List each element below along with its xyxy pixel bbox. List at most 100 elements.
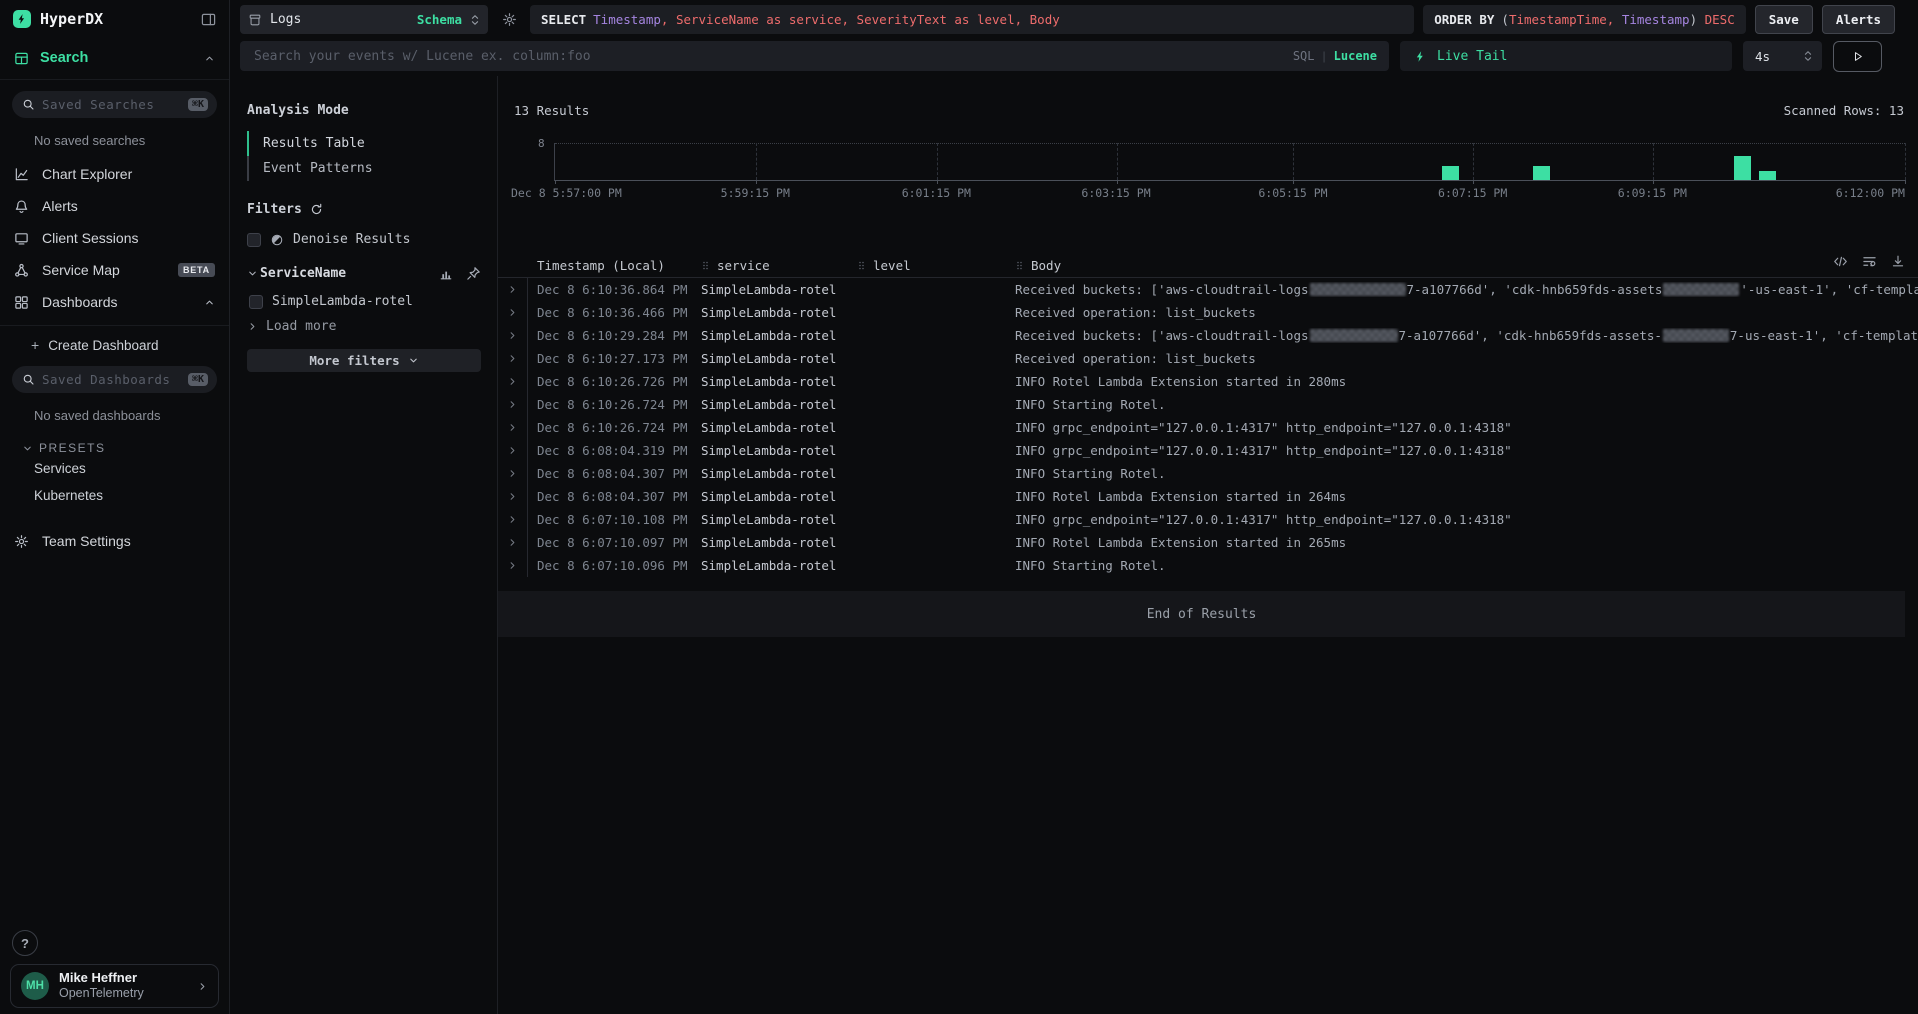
- refresh-interval-selector[interactable]: 4s: [1743, 41, 1822, 71]
- query-settings-gear-icon[interactable]: [497, 8, 521, 32]
- sidebar-item-service-map[interactable]: Service MapBETA: [0, 254, 229, 286]
- collapse-sidebar-icon[interactable]: [201, 12, 216, 27]
- analysis-mode-event-patterns[interactable]: Event Patterns: [247, 156, 481, 181]
- row-body: Received buckets: ['aws-cloudtrail-logs7…: [1015, 328, 1918, 343]
- row-expand-chevron-icon[interactable]: [498, 491, 527, 502]
- row-body: INFO Rotel Lambda Extension started in 2…: [1015, 489, 1918, 504]
- column-header-timestamp-local-[interactable]: Timestamp (Local): [537, 258, 701, 273]
- sidebar-item-team-settings[interactable]: Team Settings: [0, 525, 229, 557]
- row-expand-chevron-icon[interactable]: [498, 514, 527, 525]
- lucene-toggle[interactable]: Lucene: [1334, 49, 1377, 63]
- help-button[interactable]: ?: [12, 930, 38, 956]
- column-header-level[interactable]: level: [857, 258, 1015, 273]
- run-query-button[interactable]: [1833, 41, 1882, 72]
- facet-value-checkbox[interactable]: SimpleLambda-rotel: [249, 294, 481, 309]
- chart-gridline: [1653, 143, 1654, 180]
- histogram-bar[interactable]: [1442, 166, 1459, 180]
- language-divider: |: [1323, 49, 1326, 63]
- sidebar-item-alerts[interactable]: Alerts: [0, 190, 229, 222]
- row-expand-chevron-icon[interactable]: [498, 330, 527, 341]
- row-expand-chevron-icon[interactable]: [498, 468, 527, 479]
- row-expand-chevron-icon[interactable]: [498, 376, 527, 387]
- table-row[interactable]: Dec 8 6:07:10.108 PMSimpleLambda-rotelIN…: [498, 508, 1918, 531]
- table-row[interactable]: Dec 8 6:08:04.307 PMSimpleLambda-rotelIN…: [498, 462, 1918, 485]
- wrap-lines-icon[interactable]: [1862, 254, 1877, 268]
- saved-searches-placeholder: Saved Searches: [42, 97, 181, 112]
- histogram-bar[interactable]: [1533, 166, 1550, 180]
- refresh-icon[interactable]: [310, 203, 323, 216]
- preset-item-kubernetes[interactable]: Kubernetes: [0, 482, 229, 509]
- row-expand-chevron-icon[interactable]: [498, 537, 527, 548]
- pin-icon[interactable]: [466, 266, 481, 281]
- gear-icon: [502, 12, 517, 27]
- table-row[interactable]: Dec 8 6:10:27.173 PMSimpleLambda-rotelRe…: [498, 347, 1918, 370]
- order-by-input[interactable]: ORDER BY (TimestampTime, Timestamp) DESC: [1423, 5, 1746, 34]
- row-timestamp: Dec 8 6:10:29.284 PM: [527, 324, 701, 347]
- chart-top-gridline: [555, 143, 1905, 144]
- row-expand-chevron-icon[interactable]: [498, 353, 527, 364]
- table-row[interactable]: Dec 8 6:07:10.097 PMSimpleLambda-rotelIN…: [498, 531, 1918, 554]
- create-dashboard-button[interactable]: + Create Dashboard: [0, 326, 229, 355]
- select-query-input[interactable]: SELECT Timestamp, ServiceName as service…: [530, 5, 1414, 34]
- load-more-button[interactable]: Load more: [247, 319, 481, 334]
- topbar-search-row: SQL | Lucene Live Tail 4s: [231, 34, 1918, 72]
- row-timestamp: Dec 8 6:10:36.466 PM: [527, 301, 701, 324]
- histogram-bar[interactable]: [1734, 156, 1751, 180]
- gear-icon: [14, 534, 29, 549]
- row-expand-chevron-icon[interactable]: [498, 422, 527, 433]
- row-expand-chevron-icon[interactable]: [498, 307, 527, 318]
- row-expand-chevron-icon[interactable]: [498, 445, 527, 456]
- table-row[interactable]: Dec 8 6:10:26.724 PMSimpleLambda-rotelIN…: [498, 416, 1918, 439]
- table-row[interactable]: Dec 8 6:08:04.319 PMSimpleLambda-rotelIN…: [498, 439, 1918, 462]
- alerts-button[interactable]: Alerts: [1822, 5, 1895, 34]
- sql-toggle[interactable]: SQL: [1293, 49, 1315, 63]
- table-row[interactable]: Dec 8 6:10:26.726 PMSimpleLambda-rotelIN…: [498, 370, 1918, 393]
- redacted-text: [1310, 329, 1398, 342]
- more-filters-button[interactable]: More filters: [247, 349, 481, 372]
- download-icon[interactable]: [1891, 254, 1905, 268]
- search-input[interactable]: [254, 49, 1285, 64]
- table-row[interactable]: Dec 8 6:10:36.864 PMSimpleLambda-rotelRe…: [498, 278, 1918, 301]
- code-icon[interactable]: [1833, 254, 1848, 268]
- table-row[interactable]: Dec 8 6:08:04.307 PMSimpleLambda-rotelIN…: [498, 485, 1918, 508]
- column-header-body[interactable]: Body: [1015, 258, 1918, 273]
- schema-link[interactable]: Schema: [417, 12, 462, 27]
- saved-dashboards-input[interactable]: Saved Dashboards ⌘K: [12, 366, 217, 393]
- user-profile-card[interactable]: MH Mike Heffner OpenTelemetry: [10, 964, 219, 1008]
- redacted-text: [1310, 283, 1406, 296]
- denoise-results-toggle[interactable]: Denoise Results: [247, 232, 481, 247]
- denoise-checkbox[interactable]: [247, 233, 261, 247]
- sidebar-item-chart-explorer[interactable]: Chart Explorer: [0, 158, 229, 190]
- preset-item-services[interactable]: Services: [0, 455, 229, 482]
- row-expand-chevron-icon[interactable]: [498, 560, 527, 571]
- save-button[interactable]: Save: [1755, 5, 1813, 34]
- facet-header-ServiceName[interactable]: ServiceName: [247, 266, 481, 281]
- source-selector[interactable]: Logs Schema: [240, 5, 488, 34]
- table-row[interactable]: Dec 8 6:07:10.096 PMSimpleLambda-rotelIN…: [498, 554, 1918, 577]
- row-expand-chevron-icon[interactable]: [498, 399, 527, 410]
- checkbox[interactable]: [249, 295, 263, 309]
- sidebar-item-dashboards[interactable]: Dashboards: [0, 286, 229, 318]
- presets-header[interactable]: PRESETS: [22, 441, 229, 455]
- row-timestamp: Dec 8 6:08:04.319 PM: [527, 439, 701, 462]
- chevron-down-icon: [22, 443, 33, 454]
- sidebar-item-search[interactable]: Search: [0, 38, 229, 79]
- chart-icon[interactable]: [439, 266, 453, 281]
- results-histogram[interactable]: 8 Dec 8 5:57:00 PM5:59:15 PM6:01:15 PM6:…: [554, 134, 1905, 198]
- chart-tickmark: [1905, 180, 1906, 184]
- table-row[interactable]: Dec 8 6:10:26.724 PMSimpleLambda-rotelIN…: [498, 393, 1918, 416]
- saved-searches-input[interactable]: Saved Searches ⌘K: [12, 91, 217, 118]
- chart-gridline: [756, 143, 757, 180]
- row-service: SimpleLambda-rotel: [701, 512, 857, 527]
- sidebar-item-client-sessions[interactable]: Client Sessions: [0, 222, 229, 254]
- table-row[interactable]: Dec 8 6:10:36.466 PMSimpleLambda-rotelRe…: [498, 301, 1918, 324]
- column-header-service[interactable]: service: [701, 258, 857, 273]
- live-tail-button[interactable]: Live Tail: [1400, 41, 1732, 71]
- x-axis-tick-label: 6:05:15 PM: [1258, 186, 1327, 200]
- denoise-icon: [270, 233, 284, 247]
- histogram-bar[interactable]: [1759, 171, 1776, 181]
- row-expand-chevron-icon[interactable]: [498, 284, 527, 295]
- presets-label: PRESETS: [39, 441, 106, 455]
- analysis-mode-results-table[interactable]: Results Table: [247, 131, 481, 156]
- table-row[interactable]: Dec 8 6:10:29.284 PMSimpleLambda-rotelRe…: [498, 324, 1918, 347]
